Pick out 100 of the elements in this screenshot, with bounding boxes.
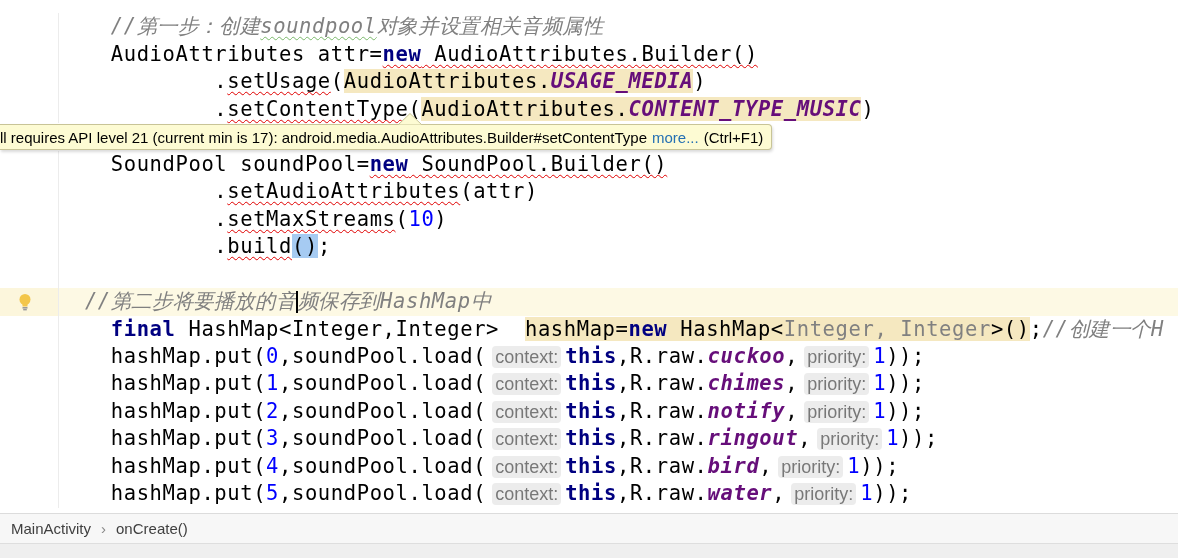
code-comment: 对象并设置相关音频属性 [376, 14, 604, 38]
number-literal: 1 [873, 371, 887, 395]
code-text: ,R.raw. [616, 426, 708, 450]
code-text: , [772, 481, 786, 505]
parameter-hint: priority: [804, 373, 870, 395]
code-text: ,R.raw. [616, 343, 708, 368]
code-text: . [214, 179, 228, 203]
code-text: . [214, 234, 228, 258]
code-text: AudioAttributes attr= [110, 41, 383, 66]
parameter-hint: context: [492, 345, 562, 368]
code-text: ,soundPool.load( [279, 343, 487, 368]
number-literal: 1 [266, 371, 280, 395]
code-text: . [214, 69, 228, 93]
parameter-hint: context: [492, 428, 562, 450]
keyword: new [628, 316, 668, 341]
breadcrumb-separator: › [101, 520, 107, 537]
code-text: ( [395, 206, 409, 231]
code-text: () [292, 234, 318, 258]
code-text: . [214, 96, 228, 121]
keyword: this [565, 481, 617, 505]
code-text: hashMap.put( [110, 426, 267, 450]
code-text: , [798, 426, 812, 450]
code-text: ,R.raw. [616, 371, 708, 395]
code-comment: soundpool [260, 14, 377, 38]
code-text: >() [990, 316, 1030, 341]
code-text: hashMap.put( [110, 481, 267, 505]
number-literal: 10 [408, 206, 435, 231]
code-text: ,R.raw. [616, 453, 708, 478]
keyword: new [369, 151, 409, 176]
code-text: ( [330, 69, 344, 93]
code-text: HashMap< [667, 316, 784, 341]
number-literal: 1 [860, 481, 874, 505]
code-text: AudioAttributes.Builder() [433, 41, 758, 66]
lightbulb-icon[interactable] [18, 292, 32, 311]
shortcut-hint: (Ctrl+F1) [703, 128, 764, 146]
constant-name: cuckoo [707, 343, 786, 368]
number-literal: 1 [873, 343, 887, 368]
code-text: )); [899, 426, 938, 450]
code-text: hashMap.put( [110, 453, 267, 478]
breadcrumb-item[interactable]: MainActivity [11, 520, 92, 537]
code-comment: 频保存到HashMap中 [297, 289, 492, 313]
code-text: hashMap.put( [110, 371, 267, 395]
constant-name: water [707, 481, 773, 505]
number-literal: 4 [266, 453, 280, 478]
code-text: hashMap= [524, 316, 629, 341]
more-link[interactable]: more... [652, 128, 699, 146]
code-text: )); [860, 453, 900, 478]
code-text: , [785, 398, 799, 423]
code-text: ( [408, 96, 422, 121]
tooltip-message: ll requires API level 21 (current min is 17): android.media.AudioAttributes.Builder#setContentType [0, 128, 647, 146]
constant-name: USAGE_MEDIA [550, 69, 694, 93]
keyword: final [110, 316, 176, 341]
text-caret [296, 291, 298, 313]
number-literal: 3 [266, 426, 280, 450]
code-text: ) [693, 69, 707, 93]
code-text: ,soundPool.load( [279, 453, 487, 478]
code-text: setAudioAttributes [227, 179, 461, 203]
number-literal: 2 [266, 398, 280, 423]
constant-name: notify [707, 398, 786, 423]
number-literal: 1 [873, 398, 887, 423]
code-text: ; [1029, 316, 1043, 341]
parameter-hint: context: [492, 483, 562, 505]
parameter-hint: context: [492, 455, 562, 478]
code-text: ; [317, 234, 331, 258]
code-text: ,soundPool.load( [279, 426, 487, 450]
code-text: hashMap.put( [110, 343, 267, 368]
constant-name: chimes [707, 371, 786, 395]
keyword: this [565, 426, 617, 450]
parameter-hint: context: [492, 373, 562, 395]
breadcrumb-item[interactable]: onCreate() [116, 520, 188, 537]
parameter-hint: priority: [817, 428, 883, 450]
parameter-hint: priority: [791, 483, 857, 505]
code-text: )); [873, 481, 913, 505]
parameter-hint: priority: [804, 400, 870, 423]
code-text: ,R.raw. [616, 398, 708, 423]
keyword: this [565, 343, 617, 368]
parameter-hint: priority: [778, 455, 844, 478]
code-text: ,soundPool.load( [279, 481, 487, 505]
code-text: , [785, 343, 799, 368]
constant-name: ringout [707, 426, 799, 450]
code-text: ) [861, 96, 875, 121]
code-text: SoundPool.Builder() [420, 151, 668, 176]
code-text: ) [434, 206, 448, 231]
code-text: . [214, 206, 228, 231]
code-comment: //第一步：创建 [110, 14, 261, 38]
code-text: setContentType [227, 96, 409, 121]
code-text: )); [886, 343, 925, 368]
constant-name: CONTENT_TYPE_MUSIC [628, 96, 862, 121]
code-text: ,soundPool.load( [279, 398, 487, 423]
code-text: setUsage [227, 69, 331, 93]
number-literal: 1 [847, 453, 861, 478]
keyword: this [565, 398, 617, 423]
code-text: )); [886, 398, 925, 423]
number-literal: 1 [886, 426, 900, 450]
type-arguments: Integer, Integer [783, 316, 991, 341]
code-text: )); [886, 371, 925, 395]
number-literal: 5 [266, 481, 280, 505]
code-text: ,soundPool.load( [279, 371, 487, 395]
code-text: build [227, 234, 292, 258]
code-text: , [785, 371, 799, 395]
